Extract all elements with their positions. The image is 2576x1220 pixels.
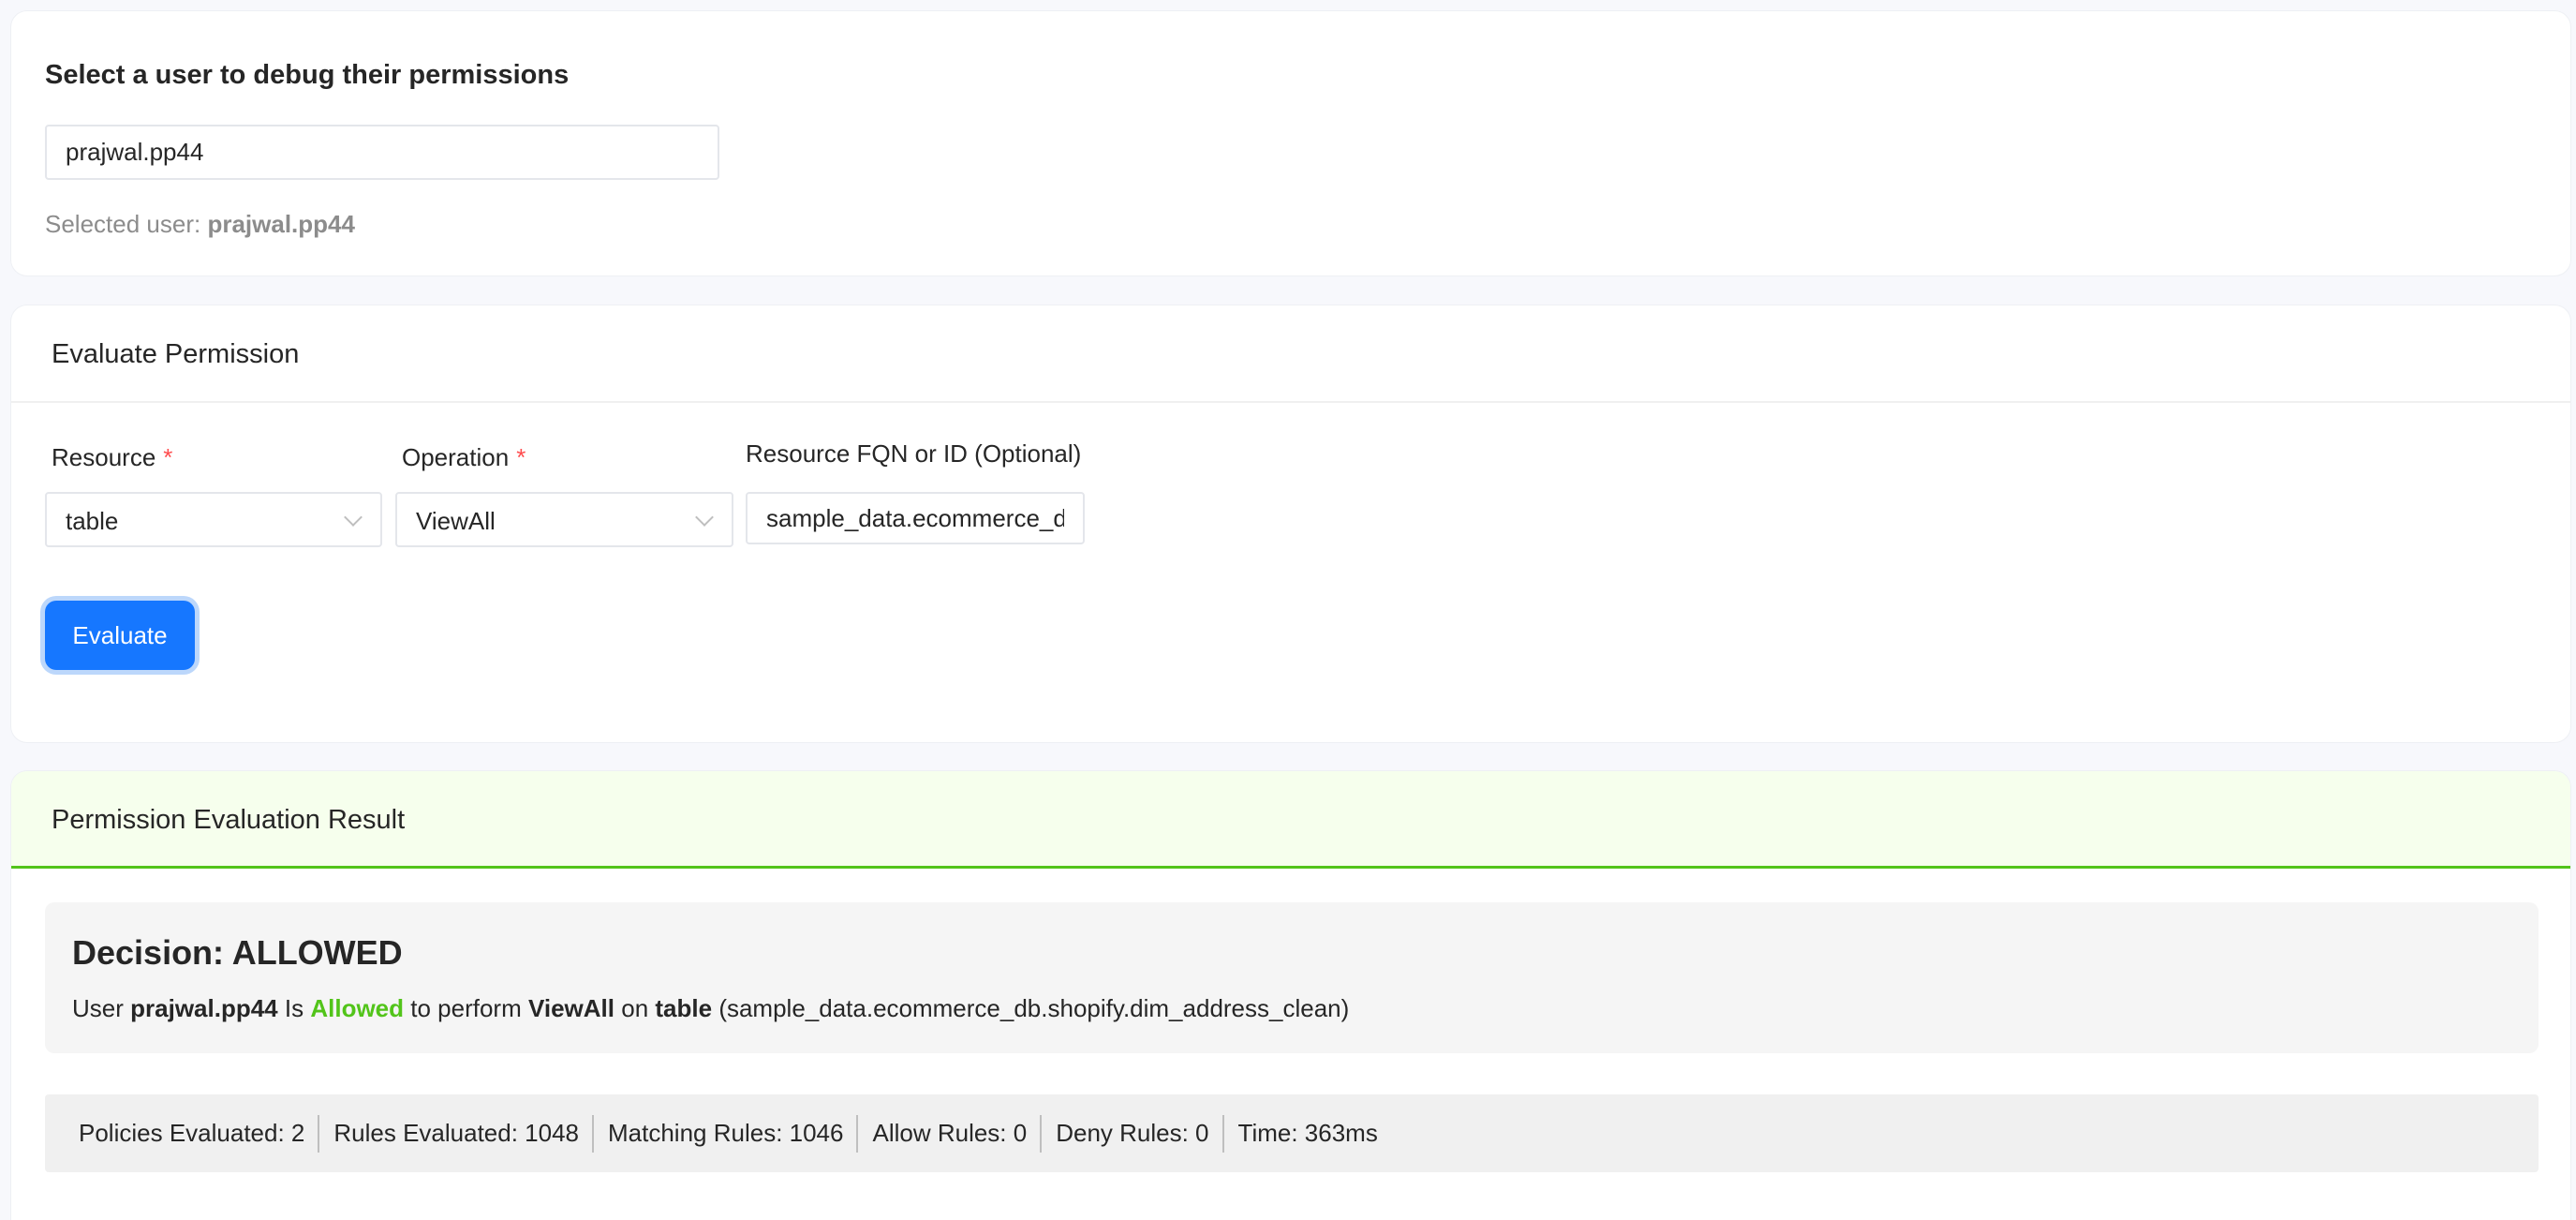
user-select-card: Select a user to debug their permissions… xyxy=(10,10,2571,276)
user-search-input[interactable] xyxy=(45,125,719,180)
stat-allow-rules: Allow Rules: 0 xyxy=(872,1119,1028,1147)
sentence-text: Is xyxy=(284,994,304,1022)
selected-user-label: Selected user: xyxy=(45,210,201,238)
sentence-text: to perform xyxy=(410,994,522,1022)
evaluation-stats-bar: Policies Evaluated: 2 Rules Evaluated: 1… xyxy=(45,1094,2539,1172)
operation-label: Operation * xyxy=(402,443,526,472)
result-title: Permission Evaluation Result xyxy=(52,805,406,835)
resource-label: Resource * xyxy=(52,443,172,472)
resource-select[interactable]: table xyxy=(45,492,382,547)
sentence-text: User xyxy=(72,994,124,1022)
operation-select[interactable]: ViewAll xyxy=(395,492,733,547)
sentence-text: on xyxy=(621,994,649,1022)
evaluate-header: Evaluate Permission xyxy=(11,305,2570,403)
sentence-user: prajwal.pp44 xyxy=(130,994,278,1022)
stat-policies-evaluated: Policies Evaluated: 2 xyxy=(79,1119,305,1147)
required-mark: * xyxy=(516,443,526,471)
user-select-title: Select a user to debug their permissions xyxy=(45,60,570,90)
evaluate-title: Evaluate Permission xyxy=(52,339,300,369)
sentence-resource: table xyxy=(655,994,713,1022)
result-header: Permission Evaluation Result xyxy=(11,771,2570,869)
resource-fqn-input[interactable] xyxy=(746,492,1085,544)
divider xyxy=(1221,1114,1224,1153)
stat-matching-rules: Matching Rules: 1046 xyxy=(608,1119,844,1147)
fqn-label: Resource FQN or ID (Optional) xyxy=(746,439,1082,468)
divider xyxy=(856,1114,859,1153)
resource-label-text: Resource xyxy=(52,443,156,471)
decision-sentence: User prajwal.pp44 Is Allowed to perform … xyxy=(72,994,1349,1023)
sentence-operation: ViewAll xyxy=(527,994,614,1022)
selected-user-value: prajwal.pp44 xyxy=(207,210,355,238)
evaluation-result-card: Permission Evaluation Result Decision: A… xyxy=(10,770,2571,1220)
divider xyxy=(592,1114,594,1153)
required-mark: * xyxy=(163,443,173,471)
stat-rules-evaluated: Rules Evaluated: 1048 xyxy=(333,1119,579,1147)
divider xyxy=(318,1114,320,1153)
divider xyxy=(1040,1114,1043,1153)
decision-box: Decision: ALLOWED User prajwal.pp44 Is A… xyxy=(45,902,2539,1053)
evaluate-button[interactable]: Evaluate xyxy=(45,601,195,670)
sentence-allowed: Allowed xyxy=(310,994,405,1022)
decision-title: Decision: ALLOWED xyxy=(72,933,403,972)
stat-time: Time: 363ms xyxy=(1237,1119,1378,1147)
selected-user-text: Selected user: prajwal.pp44 xyxy=(45,210,355,239)
resource-select-value: table xyxy=(66,507,119,535)
operation-label-text: Operation xyxy=(402,443,510,471)
stat-deny-rules: Deny Rules: 0 xyxy=(1056,1119,1209,1147)
chevron-down-icon xyxy=(344,508,363,527)
sentence-fqn: (sample_data.ecommerce_db.shopify.dim_ad… xyxy=(718,994,1350,1022)
evaluate-permission-card: Evaluate Permission Resource * table Oper… xyxy=(10,305,2571,743)
operation-select-value: ViewAll xyxy=(416,507,496,535)
chevron-down-icon xyxy=(695,508,714,527)
